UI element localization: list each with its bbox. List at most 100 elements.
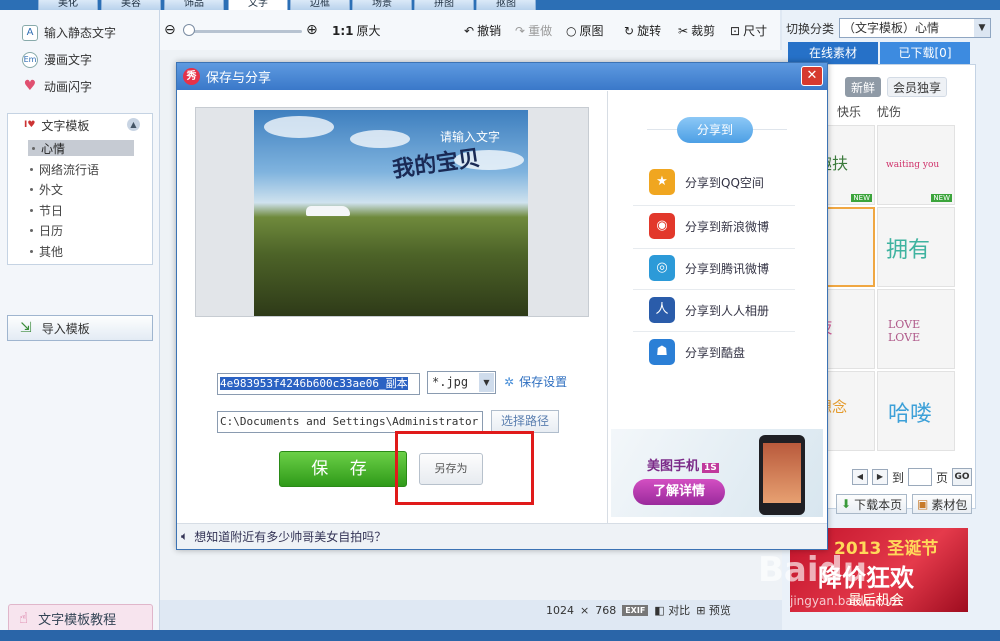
- tab-cutout[interactable]: 抠图: [476, 0, 536, 10]
- comic-text-item[interactable]: Em 漫画文字: [22, 51, 92, 68]
- category-foreign[interactable]: 外文: [30, 181, 63, 198]
- bottom-taskbar: [0, 630, 1000, 641]
- tab-cosmetic[interactable]: 美容: [101, 0, 161, 10]
- pager-to-label: 到: [892, 470, 905, 485]
- material-tabs: 在线素材 已下载[0]: [788, 42, 1000, 64]
- compare-button[interactable]: ◧ 对比: [654, 602, 690, 618]
- highlight-box: [395, 431, 534, 505]
- zoom-slider-handle[interactable]: [183, 24, 195, 36]
- share-separator: [633, 205, 795, 206]
- tab-text[interactable]: 文字: [228, 0, 288, 10]
- dialog-divider: [607, 91, 608, 523]
- resize-icon: ⊡: [730, 23, 741, 38]
- category-switch: 切换分类 （文字模板）心情 ▼: [786, 18, 992, 38]
- share-separator: [633, 289, 795, 290]
- original-image-button[interactable]: ○ 原图: [566, 22, 604, 39]
- tab-downloaded[interactable]: 已下载[0]: [880, 42, 970, 64]
- material-thumb[interactable]: 哈喽: [877, 371, 955, 451]
- import-template-label: 导入模板: [41, 321, 90, 336]
- save-path-input[interactable]: C:\Documents and Settings\Administrator: [217, 411, 483, 433]
- share-renren[interactable]: 人 分享到人人相册: [649, 295, 789, 325]
- save-share-dialog: 秀 保存与分享 ✕ 请输入文字 我的宝贝 4e983953f4246b600c3…: [176, 62, 828, 550]
- rotate-button[interactable]: ↻ 旋转: [624, 22, 661, 39]
- preview-button[interactable]: ⊞ 预览: [696, 602, 731, 618]
- prev-page-icon[interactable]: ◀: [852, 469, 868, 485]
- meitu-phone-banner[interactable]: 美图手机 1S 了解详情: [611, 429, 823, 517]
- heart-icon: ♥: [23, 77, 37, 94]
- tab-beautify[interactable]: 美化: [38, 0, 98, 10]
- text-template-tutorial-button[interactable]: ☝ 文字模板教程: [8, 604, 153, 632]
- share-qzone[interactable]: ★ 分享到QQ空间: [649, 167, 789, 197]
- go-button[interactable]: GO: [952, 468, 973, 486]
- save-button[interactable]: 保 存: [279, 451, 407, 487]
- undo-button[interactable]: ↶ 撤销: [464, 22, 501, 39]
- ratio-label: 1:1: [332, 23, 354, 38]
- category-other[interactable]: 其他: [30, 243, 63, 260]
- share-tencent-weibo[interactable]: ◎ 分享到腾讯微博: [649, 253, 789, 283]
- material-thumb[interactable]: waiting you NEW: [877, 125, 955, 205]
- static-text-item[interactable]: A 输入静态文字: [22, 24, 116, 41]
- download-arrow-icon: ⬇: [841, 497, 852, 511]
- scissors-icon: ✂: [678, 23, 689, 38]
- car-shape: [306, 206, 350, 216]
- share-kupan[interactable]: ☗ 分享到酷盘: [649, 337, 789, 367]
- close-icon[interactable]: ✕: [801, 66, 823, 86]
- pager: ◀ ▶ 到 页 GO: [852, 468, 973, 486]
- tab-scene[interactable]: 场景: [352, 0, 412, 10]
- weibo-icon: ◉: [649, 213, 675, 239]
- animated-text-item[interactable]: ♥ 动画闪字: [22, 78, 92, 95]
- filter-member-only[interactable]: 会员独享: [887, 77, 948, 97]
- save-settings-link[interactable]: ✲ 保存设置: [504, 373, 567, 390]
- tab-online-materials[interactable]: 在线素材: [788, 42, 878, 64]
- filter-sad[interactable]: 忧伤: [877, 103, 901, 120]
- format-select[interactable]: *.jpg ▼: [427, 371, 496, 394]
- next-page-icon[interactable]: ▶: [872, 469, 888, 485]
- material-thumb[interactable]: 拥有: [877, 207, 955, 287]
- meitu-logo-icon: 秀: [183, 68, 200, 85]
- import-template-button[interactable]: ⇲ 导入模板: [7, 315, 153, 341]
- tab-accessory[interactable]: 饰品: [164, 0, 224, 10]
- zoom-out-icon[interactable]: ⊖: [164, 22, 176, 38]
- material-pack-button[interactable]: ▣ 素材包: [912, 494, 973, 514]
- photo-brand-text: 我的宝贝: [391, 145, 482, 183]
- format-value: *.jpg: [432, 375, 469, 389]
- original-size-label: 原大: [356, 24, 381, 38]
- exif-button[interactable]: EXIF: [622, 604, 649, 616]
- resize-button[interactable]: ⊡ 尺寸: [730, 22, 767, 39]
- zoom-slider[interactable]: [184, 30, 302, 33]
- category-mood[interactable]: 心情: [28, 140, 134, 156]
- category-holiday[interactable]: 节日: [30, 202, 63, 219]
- category-internet-slang[interactable]: 网络流行语: [30, 161, 99, 178]
- switch-category-label: 切换分类: [786, 21, 835, 36]
- renren-icon: 人: [649, 297, 675, 323]
- share-sina-weibo[interactable]: ◉ 分享到新浪微博: [649, 211, 789, 241]
- download-page-button[interactable]: ⬇ 下载本页: [836, 494, 908, 514]
- category-calendar[interactable]: 日历: [30, 222, 63, 239]
- footer-link[interactable]: 想知道附近有多少帅哥美女自拍吗？: [194, 528, 386, 545]
- animated-text-label: 动画闪字: [44, 80, 93, 94]
- tab-collage[interactable]: 拼图: [414, 0, 474, 10]
- tab-frame[interactable]: 边框: [290, 0, 350, 10]
- dialog-footer: 🔈︎ 想知道附近有多少帅哥美女自拍吗？: [177, 523, 827, 549]
- crop-button[interactable]: ✂ 裁剪: [678, 22, 715, 39]
- share-separator: [633, 248, 795, 249]
- redo-button[interactable]: ↷ 重做: [515, 22, 552, 39]
- image-width: 1024: [546, 603, 574, 617]
- page-number-input[interactable]: [908, 468, 933, 486]
- filename-input[interactable]: 4e983953f4246b600c33ae06_副本: [217, 373, 420, 395]
- rotate-icon: ↻: [624, 23, 635, 38]
- filter-happy[interactable]: 快乐: [837, 103, 861, 120]
- material-thumb[interactable]: LOVE LOVE: [877, 289, 955, 369]
- chevron-down-icon: ▼: [974, 19, 991, 37]
- collapse-icon[interactable]: ▲: [127, 118, 140, 131]
- top-tab-strip: 美化 美容 饰品 文字 边框 场景 拼图 抠图: [0, 0, 1000, 10]
- redo-icon: ↷: [515, 23, 526, 38]
- learn-more-button[interactable]: 了解详情: [633, 479, 725, 505]
- qzone-icon: ★: [649, 169, 675, 195]
- choose-path-button[interactable]: 选择路径: [491, 410, 559, 433]
- left-panel: A 输入静态文字 Em 漫画文字 ♥ 动画闪字 I♥ 文字模板 ▲ 心情 网络流…: [0, 10, 160, 632]
- filter-new[interactable]: 新鲜: [845, 77, 882, 97]
- actual-size-button[interactable]: 1:1 原大: [332, 22, 381, 39]
- zoom-in-icon[interactable]: ⊕: [306, 22, 318, 38]
- category-select[interactable]: （文字模板）心情 ▼: [839, 18, 992, 38]
